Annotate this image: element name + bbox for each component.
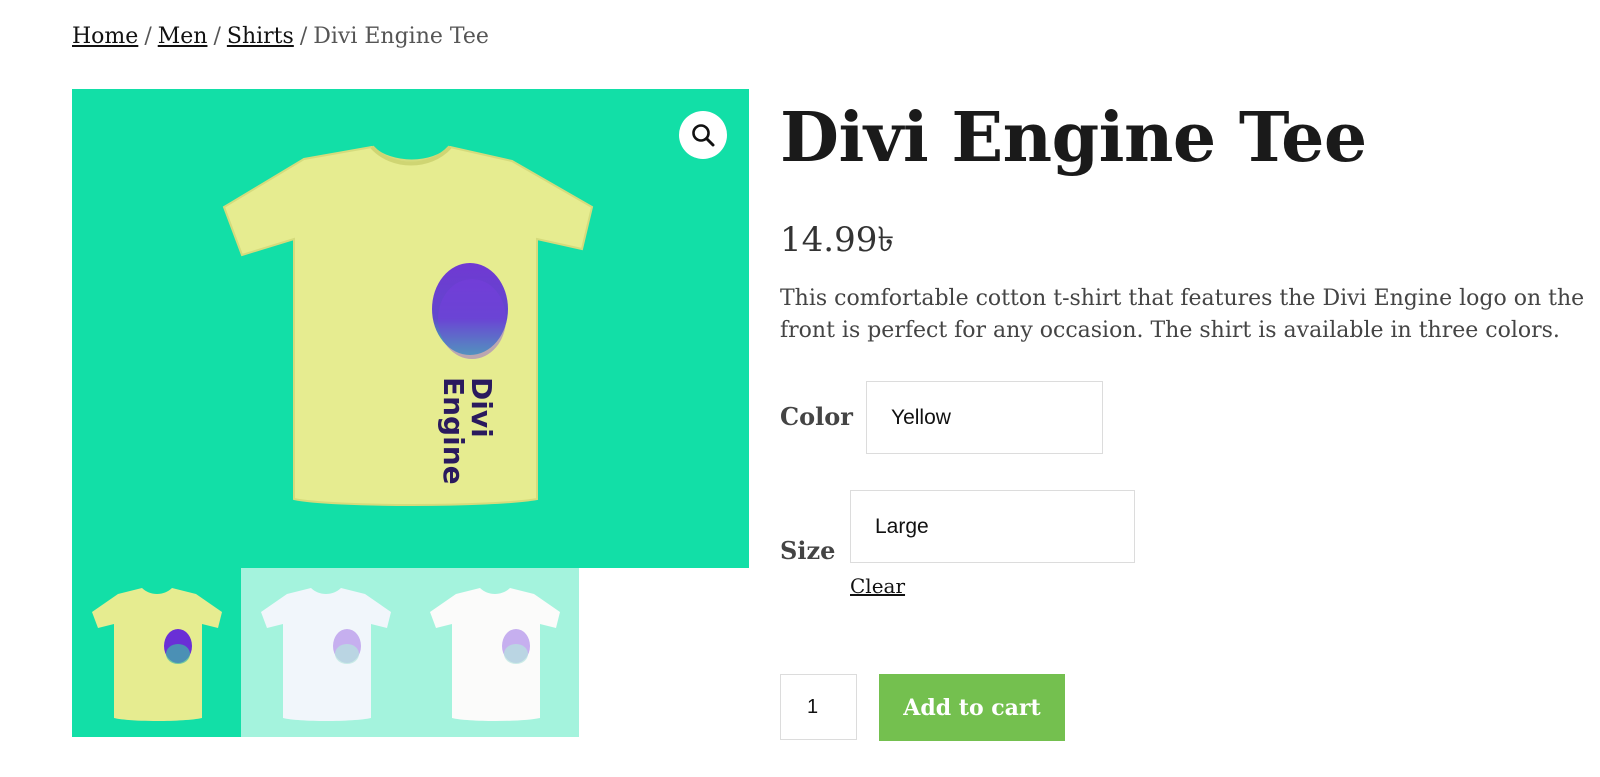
breadcrumb-current: Divi Engine Tee xyxy=(313,24,489,49)
breadcrumb-shirts-link[interactable]: Shirts xyxy=(227,24,294,49)
thumbnail-blue[interactable] xyxy=(241,568,410,737)
breadcrumb-separator: / xyxy=(144,24,152,49)
zoom-button[interactable] xyxy=(679,111,727,159)
color-label: Color xyxy=(780,402,853,431)
tshirt-image: Divi Engine xyxy=(222,145,594,506)
quantity-input[interactable]: 1 xyxy=(780,674,857,740)
product-description: This comfortable cotton t-shirt that fea… xyxy=(780,286,1585,343)
tshirt-thumbnail xyxy=(92,588,222,721)
product-price: 14.99৳ xyxy=(780,220,895,260)
shirt-logo-text-engine: Engine xyxy=(437,377,470,485)
breadcrumb-home-link[interactable]: Home xyxy=(72,24,138,49)
color-select[interactable]: Yellow xyxy=(866,381,1103,454)
breadcrumb-men-link[interactable]: Men xyxy=(158,24,208,49)
size-select[interactable]: Large xyxy=(850,490,1135,563)
add-to-cart-button[interactable]: Add to cart xyxy=(879,674,1065,741)
thumbnail-white[interactable] xyxy=(410,568,579,737)
clear-variations-link[interactable]: Clear xyxy=(850,574,905,598)
thumbnail-yellow[interactable] xyxy=(72,568,241,737)
size-label: Size xyxy=(780,536,836,565)
breadcrumb: Home / Men / Shirts / Divi Engine Tee xyxy=(72,24,489,49)
breadcrumb-separator: / xyxy=(299,24,308,49)
breadcrumb-separator: / xyxy=(213,24,221,49)
magnifier-icon xyxy=(692,124,715,147)
product-title: Divi Engine Tee xyxy=(780,98,1367,178)
product-main-image[interactable]: Divi Engine xyxy=(72,89,749,568)
thumbnail-strip xyxy=(72,568,580,737)
tshirt-thumbnail xyxy=(430,588,560,721)
tshirt-thumbnail xyxy=(261,588,391,721)
